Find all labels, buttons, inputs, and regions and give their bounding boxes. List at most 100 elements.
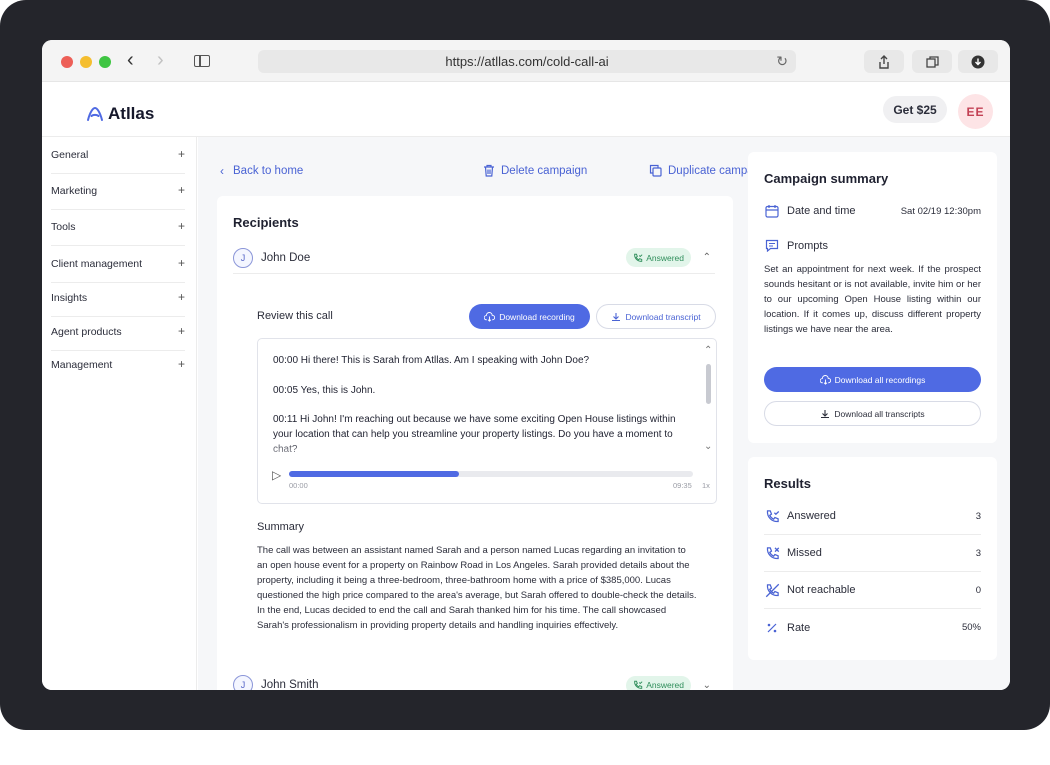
transcript-box[interactable]: 00:00 Hi there! This is Sarah from Atlla… bbox=[257, 338, 717, 504]
download-recording-button[interactable]: Download recording bbox=[469, 304, 590, 329]
download-transcript-button[interactable]: Download transcript bbox=[596, 304, 716, 329]
campaign-summary-title: Campaign summary bbox=[764, 171, 889, 186]
sidebar-item-label: General bbox=[51, 149, 89, 161]
audio-progress-bar[interactable] bbox=[289, 471, 693, 477]
result-row-rate: Rate 50% bbox=[764, 609, 981, 646]
transcript-fade bbox=[258, 439, 716, 469]
sidebar-item-client-management[interactable]: Client management + bbox=[51, 257, 185, 283]
plus-icon: + bbox=[177, 324, 185, 338]
result-value: 3 bbox=[975, 547, 981, 559]
forward-arrow-icon[interactable]: › bbox=[157, 50, 164, 70]
result-label: Not reachable bbox=[787, 584, 856, 596]
result-row-missed: Missed 3 bbox=[764, 535, 981, 572]
status-badge: Answered bbox=[626, 675, 691, 690]
sidebar-item-tools[interactable]: Tools + bbox=[51, 219, 185, 246]
tabs-button[interactable] bbox=[912, 50, 952, 73]
download-all-recordings-button[interactable]: Download all recordings bbox=[764, 367, 981, 392]
chevron-up-icon[interactable]: ⌃ bbox=[703, 252, 711, 263]
result-row-not-reachable: Not reachable 0 bbox=[764, 572, 981, 609]
result-row-answered: Answered 3 bbox=[764, 498, 981, 535]
back-to-home-link[interactable]: ‹ Back to home bbox=[220, 164, 303, 178]
minimize-window-button[interactable] bbox=[80, 56, 92, 68]
cloud-download-icon bbox=[819, 374, 831, 385]
phone-missed-icon bbox=[766, 546, 779, 559]
download-circle-icon bbox=[971, 55, 985, 68]
sidebar-item-label: Agent products bbox=[51, 326, 122, 338]
prompts-row: Prompts bbox=[764, 239, 981, 252]
user-avatar[interactable]: EE bbox=[958, 94, 993, 129]
recipients-title: Recipients bbox=[233, 215, 299, 230]
logo-icon bbox=[87, 106, 103, 121]
chat-icon bbox=[765, 239, 779, 252]
reload-icon[interactable]: ↻ bbox=[776, 53, 788, 70]
phone-answered-icon bbox=[634, 253, 643, 262]
date-time-row: Date and time Sat 02/19 12:30pm bbox=[764, 204, 981, 218]
plus-icon: + bbox=[177, 147, 185, 161]
percent-icon bbox=[767, 623, 777, 632]
tabs-icon bbox=[925, 55, 939, 68]
url-text: https://atllas.com/cold-call-ai bbox=[445, 54, 609, 69]
download-all-transcripts-button[interactable]: Download all transcripts bbox=[764, 401, 981, 426]
downloads-button[interactable] bbox=[958, 50, 998, 73]
sidebar-item-agent-products[interactable]: Agent products + bbox=[51, 324, 185, 351]
scroll-up-icon[interactable]: ⌃ bbox=[704, 345, 712, 356]
copy-icon bbox=[649, 164, 662, 177]
sidebar-item-label: Client management bbox=[51, 258, 143, 270]
download-all-recordings-label: Download all recordings bbox=[834, 374, 926, 385]
result-value: 50% bbox=[961, 622, 981, 633]
plus-icon: + bbox=[177, 183, 185, 197]
chevron-down-icon[interactable]: ⌄ bbox=[703, 680, 711, 691]
sidebar-item-general[interactable]: General + bbox=[51, 147, 185, 174]
address-bar[interactable]: https://atllas.com/cold-call-ai ↻ bbox=[258, 50, 796, 73]
app-logo[interactable]: Atllas bbox=[86, 104, 154, 124]
recipient-name: John Doe bbox=[261, 251, 311, 264]
date-time-value: Sat 02/19 12:30pm bbox=[900, 205, 981, 217]
trash-icon bbox=[484, 164, 494, 177]
download-transcript-label: Download transcript bbox=[625, 311, 701, 322]
maximize-window-button[interactable] bbox=[99, 56, 111, 68]
review-call-label: Review this call bbox=[257, 310, 333, 322]
referral-button[interactable]: Get $25 bbox=[883, 96, 947, 123]
plus-icon: + bbox=[177, 290, 185, 304]
delete-campaign-button[interactable]: Delete campaign bbox=[483, 164, 587, 177]
result-label: Missed bbox=[787, 547, 822, 559]
recipient-row[interactable]: J John Doe Answered ⌃ bbox=[233, 242, 715, 274]
share-icon bbox=[879, 54, 889, 69]
chevron-left-icon: ‹ bbox=[220, 164, 224, 178]
device-frame: ‹ › https://atllas.com/cold-call-ai ↻ At… bbox=[0, 0, 1050, 730]
playback-speed[interactable]: 1x bbox=[702, 481, 710, 490]
back-link-label: Back to home bbox=[233, 165, 304, 177]
sidebar-item-label: Marketing bbox=[51, 185, 98, 197]
date-time-label: Date and time bbox=[787, 205, 856, 217]
browser-toolbar: ‹ › https://atllas.com/cold-call-ai ↻ bbox=[42, 40, 1010, 82]
summary-text: The call was between an assistant named … bbox=[257, 545, 697, 631]
transcript-scrollbar[interactable] bbox=[706, 364, 711, 404]
download-icon bbox=[821, 409, 830, 418]
recipient-row[interactable]: J John Smith Answered ⌄ bbox=[233, 669, 715, 690]
share-button[interactable] bbox=[864, 50, 904, 73]
back-arrow-icon[interactable]: ‹ bbox=[127, 50, 134, 70]
sidebar-toggle-icon[interactable] bbox=[194, 55, 210, 67]
sidebar-item-insights[interactable]: Insights + bbox=[51, 290, 185, 317]
cloud-download-icon bbox=[484, 311, 496, 322]
scroll-down-icon[interactable]: ⌄ bbox=[704, 441, 712, 452]
download-icon bbox=[612, 312, 621, 321]
recipients-card: Recipients J John Doe Answered ⌃ Review … bbox=[217, 196, 733, 690]
play-icon[interactable]: ▷ bbox=[272, 468, 281, 482]
plus-icon: + bbox=[177, 357, 185, 371]
result-label: Rate bbox=[787, 621, 811, 634]
summary-label: Summary bbox=[257, 521, 305, 533]
status-badge-label: Answered bbox=[646, 252, 684, 263]
sidebar-item-management[interactable]: Management + bbox=[51, 357, 185, 383]
download-recording-label: Download recording bbox=[499, 311, 575, 322]
sidebar-item-label: Management bbox=[51, 359, 113, 371]
sidebar-item-marketing[interactable]: Marketing + bbox=[51, 183, 185, 210]
result-value: 3 bbox=[975, 510, 981, 522]
plus-icon: + bbox=[177, 219, 185, 233]
close-window-button[interactable] bbox=[61, 56, 73, 68]
recipient-avatar: J bbox=[233, 247, 253, 268]
audio-progress-fill bbox=[289, 471, 459, 477]
status-badge-label: Answered bbox=[646, 680, 684, 690]
calendar-icon bbox=[765, 205, 779, 218]
prompts-label: Prompts bbox=[787, 239, 828, 252]
